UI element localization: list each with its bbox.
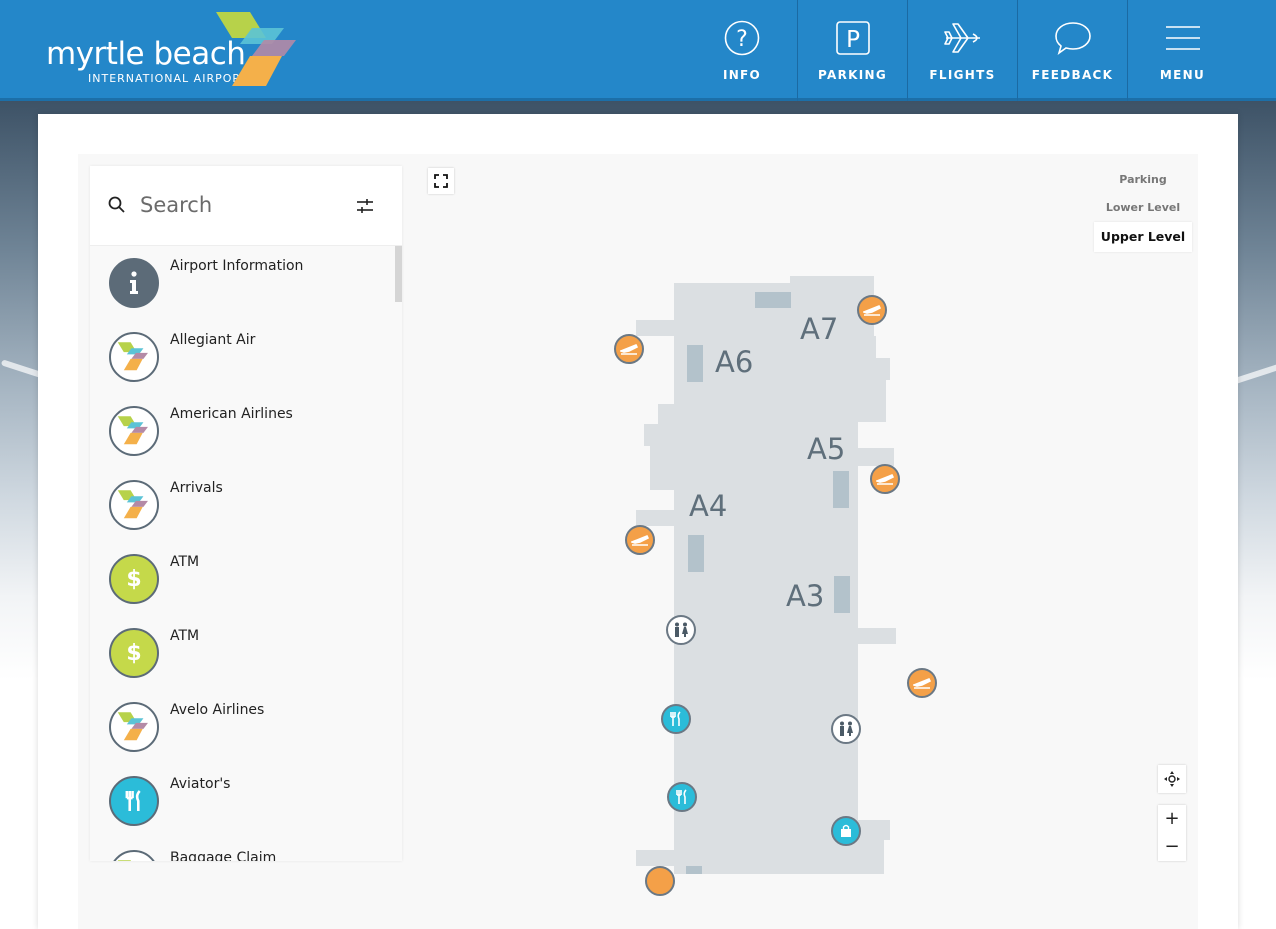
gate-label-a4: A4 [689, 489, 728, 523]
recenter-button[interactable] [1158, 765, 1186, 793]
gate-label-a6: A6 [715, 345, 754, 379]
gate-pin-a2[interactable] [645, 866, 675, 896]
gate-pin-a3[interactable] [907, 668, 937, 698]
list-item[interactable]: Allegiant Air [90, 320, 390, 394]
gate-pin-a5[interactable] [870, 464, 900, 494]
nav-parking-label: PARKING [818, 68, 887, 82]
departure-plane-icon [863, 304, 881, 316]
list-item-label: American Airlines [170, 406, 293, 422]
level-parking[interactable]: Parking [1094, 166, 1192, 194]
list-item[interactable]: Baggage Claim [90, 838, 390, 861]
nav-menu[interactable]: MENU [1127, 0, 1237, 101]
fork-knife-icon [670, 711, 681, 726]
zoom-controls: + − [1158, 805, 1186, 861]
list-item[interactable]: Airport Information [90, 246, 390, 320]
restroom-pin[interactable] [666, 615, 696, 645]
nav-info-label: INFO [722, 68, 762, 82]
restroom-icon [840, 721, 853, 736]
airplane-icon [944, 23, 980, 53]
nav-info[interactable]: ? INFO [687, 0, 797, 101]
nav-menu-label: MENU [1159, 68, 1206, 82]
dollar-icon: $ [109, 554, 159, 604]
restroom-pin[interactable] [831, 714, 861, 744]
departure-plane-icon [913, 677, 931, 689]
fork-knife-icon [109, 776, 159, 826]
shop-pin[interactable] [831, 816, 861, 846]
list-item[interactable]: Avelo Airlines [90, 690, 390, 764]
zoom-in-button[interactable]: + [1158, 805, 1186, 833]
list-item-label: Aviator's [170, 776, 231, 792]
departure-plane-icon [620, 343, 638, 355]
search-panel: Search Airport Information Allegiant Air… [90, 166, 402, 861]
svg-text:?: ? [736, 27, 748, 52]
gate-pin-a6[interactable] [614, 334, 644, 364]
fork-knife-icon [676, 789, 687, 804]
restroom-icon [675, 622, 688, 637]
zoom-out-button[interactable]: − [1158, 833, 1186, 861]
list-item[interactable]: Arrivals [90, 468, 390, 542]
airport-logo-icon [109, 850, 159, 861]
list-scrollbar[interactable] [395, 246, 402, 302]
level-selector: Parking Lower Level Upper Level [1094, 166, 1192, 252]
svg-text:P: P [846, 27, 860, 53]
search-input[interactable]: Search [140, 193, 212, 217]
info-icon [109, 258, 159, 308]
nav-flights[interactable]: FLIGHTS [907, 0, 1017, 101]
list-item[interactable]: $ ATM [90, 616, 390, 690]
fullscreen-icon [434, 174, 448, 188]
nav-parking[interactable]: P PARKING [797, 0, 907, 101]
list-item[interactable]: $ ATM [90, 542, 390, 616]
nav-flights-label: FLIGHTS [929, 68, 996, 82]
list-item-label: Airport Information [170, 258, 304, 274]
departure-plane-icon [876, 473, 894, 485]
list-item-label: Arrivals [170, 480, 223, 496]
list-item-label: ATM [170, 554, 200, 570]
speech-bubble-icon [1055, 22, 1091, 55]
fullscreen-button[interactable] [428, 168, 454, 194]
airport-logo-icon [109, 480, 159, 530]
shopping-bag-icon [841, 824, 851, 837]
gate-label-a3: A3 [786, 579, 825, 613]
search-icon [108, 196, 125, 213]
parking-icon: P [836, 21, 870, 55]
filter-icon[interactable] [356, 198, 374, 214]
search-bar[interactable]: Search [90, 166, 402, 246]
level-upper[interactable]: Upper Level [1094, 222, 1192, 252]
gate-pin-a7[interactable] [857, 295, 887, 325]
locate-icon [1164, 771, 1180, 787]
airport-logo-icon [109, 702, 159, 752]
dollar-icon: $ [109, 628, 159, 678]
question-circle-icon: ? [724, 20, 760, 56]
gate-label-a7: A7 [800, 312, 839, 346]
list-item-label: ATM [170, 628, 200, 644]
airport-logo-icon [109, 332, 159, 382]
list-item-label: Allegiant Air [170, 332, 256, 348]
nav-feedback[interactable]: FEEDBACK [1017, 0, 1127, 101]
hamburger-menu-icon [1166, 26, 1200, 50]
gate-pin-a4[interactable] [625, 525, 655, 555]
list-item[interactable]: American Airlines [90, 394, 390, 468]
airport-logo[interactable]: myrtle beach INTERNATIONAL AIRPORT [46, 12, 306, 94]
food-pin[interactable] [667, 782, 697, 812]
site-header: myrtle beach INTERNATIONAL AIRPORT ? INF… [0, 0, 1276, 101]
logo-mark-icon [216, 12, 296, 86]
food-pin[interactable] [661, 704, 691, 734]
gate-label-a5: A5 [807, 432, 846, 466]
list-item[interactable]: Aviator's [90, 764, 390, 838]
departure-plane-icon [631, 534, 649, 546]
airport-logo-icon [109, 406, 159, 456]
nav-feedback-label: FEEDBACK [1031, 68, 1114, 82]
list-item-label: Baggage Claim [170, 850, 277, 861]
level-lower[interactable]: Lower Level [1094, 194, 1192, 222]
list-item-label: Avelo Airlines [170, 702, 265, 718]
